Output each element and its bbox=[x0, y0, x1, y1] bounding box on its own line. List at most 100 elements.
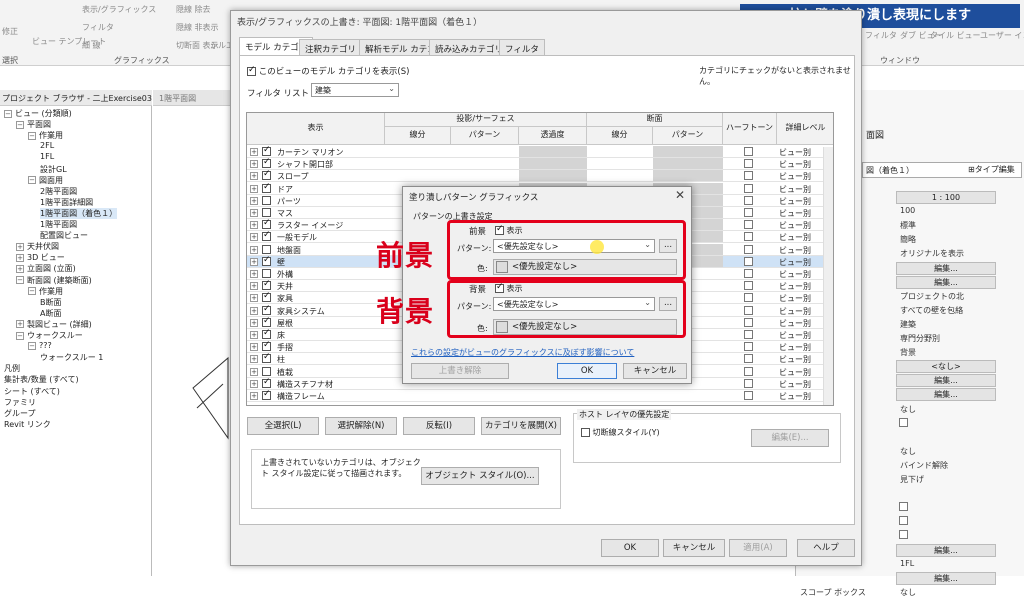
expand-icon[interactable]: + bbox=[250, 160, 258, 169]
halftone-checkbox[interactable] bbox=[744, 391, 753, 400]
halftone-checkbox[interactable] bbox=[744, 342, 753, 352]
props-row-button[interactable]: 編集... bbox=[896, 388, 996, 402]
ribbon-button-11[interactable]: ダブ ビュー bbox=[900, 30, 943, 41]
browser-item[interactable]: − ビュー (分類順) bbox=[4, 108, 72, 119]
halftone-checkbox[interactable] bbox=[744, 354, 753, 364]
expand-icon[interactable]: + bbox=[250, 355, 258, 364]
props-row-checkbox[interactable] bbox=[899, 530, 908, 540]
grid-scrollbar[interactable] bbox=[823, 147, 833, 405]
ribbon-button-12[interactable]: フィルタ bbox=[865, 30, 897, 41]
category-visibility-checkbox[interactable] bbox=[262, 157, 271, 169]
detail-level-value[interactable]: ビュー別 bbox=[779, 391, 811, 402]
expand-icon[interactable]: + bbox=[250, 318, 258, 327]
halftone-checkbox[interactable] bbox=[744, 378, 753, 388]
category-visibility-checkbox[interactable] bbox=[262, 169, 271, 181]
halftone-checkbox[interactable] bbox=[744, 232, 753, 242]
props-row-button[interactable]: 編集... bbox=[896, 275, 996, 289]
props-row-button[interactable]: 編集... bbox=[896, 374, 996, 388]
halftone-checkbox[interactable] bbox=[744, 366, 753, 376]
invert-button[interactable]: 反転(I) bbox=[403, 417, 475, 435]
detail-level-value[interactable]: ビュー別 bbox=[779, 171, 811, 182]
drawing-area[interactable] bbox=[153, 108, 230, 576]
halftone-checkbox[interactable] bbox=[744, 305, 753, 315]
category-visibility-checkbox[interactable] bbox=[262, 304, 271, 315]
tab-4[interactable]: フィルタ bbox=[499, 39, 545, 55]
expand-icon[interactable]: + bbox=[250, 233, 258, 242]
vg-cancel-button[interactable]: キャンセル bbox=[663, 539, 725, 557]
category-visibility-checkbox[interactable] bbox=[262, 279, 271, 291]
select-all-button[interactable]: 全選択(L) bbox=[247, 417, 319, 435]
props-row-checkbox[interactable] bbox=[899, 516, 908, 526]
detail-level-value[interactable]: ビュー別 bbox=[779, 281, 811, 292]
ribbon-button-2[interactable]: 表示/グラフィックス bbox=[82, 4, 156, 15]
props-row-button[interactable]: 編集... bbox=[896, 571, 996, 585]
cut-line-style-checkbox[interactable] bbox=[581, 428, 590, 437]
browser-item[interactable]: 2FL bbox=[40, 141, 54, 150]
halftone-checkbox[interactable] bbox=[744, 195, 753, 205]
vg-ok-button[interactable]: OK bbox=[601, 539, 659, 557]
ribbon-button-4[interactable]: 細 線 bbox=[82, 40, 101, 51]
props-row-button[interactable]: 編集... bbox=[896, 543, 996, 557]
ribbon-button-3[interactable]: フィルタ bbox=[82, 22, 114, 33]
props-row-checkbox[interactable] bbox=[899, 417, 908, 427]
halftone-checkbox[interactable] bbox=[744, 281, 753, 291]
detail-level-value[interactable]: ビュー別 bbox=[779, 269, 811, 280]
halftone-checkbox[interactable] bbox=[744, 220, 753, 230]
halftone-checkbox[interactable] bbox=[744, 330, 753, 339]
browser-item[interactable]: 1階平面図（着色１） bbox=[40, 207, 118, 219]
browser-item[interactable]: 設計GL bbox=[40, 164, 67, 175]
category-row[interactable]: + シャフト開口部 ビュー別 bbox=[247, 157, 833, 171]
expand-icon[interactable]: + bbox=[250, 392, 258, 400]
category-visibility-checkbox[interactable] bbox=[262, 269, 271, 278]
detail-level-value[interactable]: ビュー別 bbox=[779, 245, 811, 256]
ribbon-button-6[interactable]: 隠線 非表示 bbox=[176, 22, 219, 33]
expand-icon[interactable]: + bbox=[16, 253, 24, 262]
category-visibility-checkbox[interactable] bbox=[262, 244, 271, 254]
expand-icon[interactable]: + bbox=[250, 331, 258, 339]
browser-item[interactable]: 集計表/数量 (すべて) bbox=[4, 374, 79, 385]
expand-icon[interactable]: + bbox=[16, 242, 24, 251]
object-style-button[interactable]: オブジェクト スタイル(O)... bbox=[421, 467, 539, 485]
category-visibility-checkbox[interactable] bbox=[262, 145, 271, 156]
browser-item[interactable]: A断面 bbox=[40, 308, 61, 319]
browser-item[interactable]: − 断面図 (建築断面) bbox=[16, 275, 92, 286]
detail-level-value[interactable]: ビュー別 bbox=[779, 232, 811, 243]
detail-level-value[interactable]: ビュー別 bbox=[779, 354, 811, 365]
expand-icon[interactable]: + bbox=[250, 209, 258, 217]
category-visibility-checkbox[interactable] bbox=[262, 316, 271, 327]
detail-level-value[interactable]: ビュー別 bbox=[779, 342, 811, 353]
props-row-button[interactable]: 編集... bbox=[896, 261, 996, 275]
detail-level-value[interactable]: ビュー別 bbox=[779, 293, 811, 304]
expand-icon[interactable]: + bbox=[250, 367, 258, 376]
ribbon-button-9[interactable]: ユーザー インタフェース bbox=[980, 30, 1024, 41]
show-model-categories[interactable]: このビューのモデル カテゴリを表示(S) bbox=[247, 65, 409, 77]
detail-level-value[interactable]: ビュー別 bbox=[779, 379, 811, 390]
category-visibility-checkbox[interactable] bbox=[262, 291, 271, 303]
props-row-button[interactable]: <なし> bbox=[896, 360, 996, 374]
category-row[interactable]: + スロープ ビュー別 bbox=[247, 169, 833, 183]
detail-level-value[interactable]: ビュー別 bbox=[779, 147, 811, 158]
expand-icon[interactable]: + bbox=[250, 257, 258, 266]
show-model-categories-checkbox[interactable] bbox=[247, 65, 256, 76]
expand-icon[interactable]: + bbox=[250, 270, 258, 278]
detail-level-value[interactable]: ビュー別 bbox=[779, 330, 811, 341]
collapse-icon[interactable]: − bbox=[16, 331, 24, 340]
collapse-icon[interactable]: − bbox=[16, 120, 24, 129]
category-row[interactable]: + 構造フレーム ビュー別 bbox=[247, 389, 833, 402]
browser-item[interactable]: 1FL bbox=[40, 152, 54, 161]
category-visibility-checkbox[interactable] bbox=[262, 255, 271, 266]
expand-icon[interactable]: + bbox=[250, 172, 258, 181]
ribbon-button-5[interactable]: 隠線 除去 bbox=[176, 4, 211, 15]
props-row-button[interactable]: 1 : 100 bbox=[896, 191, 996, 204]
host-edit-button[interactable]: 編集(E)... bbox=[751, 429, 829, 447]
halftone-checkbox[interactable] bbox=[744, 256, 753, 266]
category-visibility-checkbox[interactable] bbox=[262, 218, 271, 230]
tab-3[interactable]: 読み込みカテゴリ bbox=[429, 39, 510, 55]
detail-level-value[interactable]: ビュー別 bbox=[779, 318, 811, 329]
detail-level-value[interactable]: ビュー別 bbox=[779, 184, 811, 195]
detail-level-value[interactable]: ビュー別 bbox=[779, 196, 811, 207]
expand-icon[interactable]: + bbox=[250, 306, 258, 315]
category-visibility-checkbox[interactable] bbox=[262, 230, 271, 242]
browser-item[interactable]: − ウォークスルー bbox=[16, 330, 83, 341]
halftone-checkbox[interactable] bbox=[744, 269, 753, 278]
